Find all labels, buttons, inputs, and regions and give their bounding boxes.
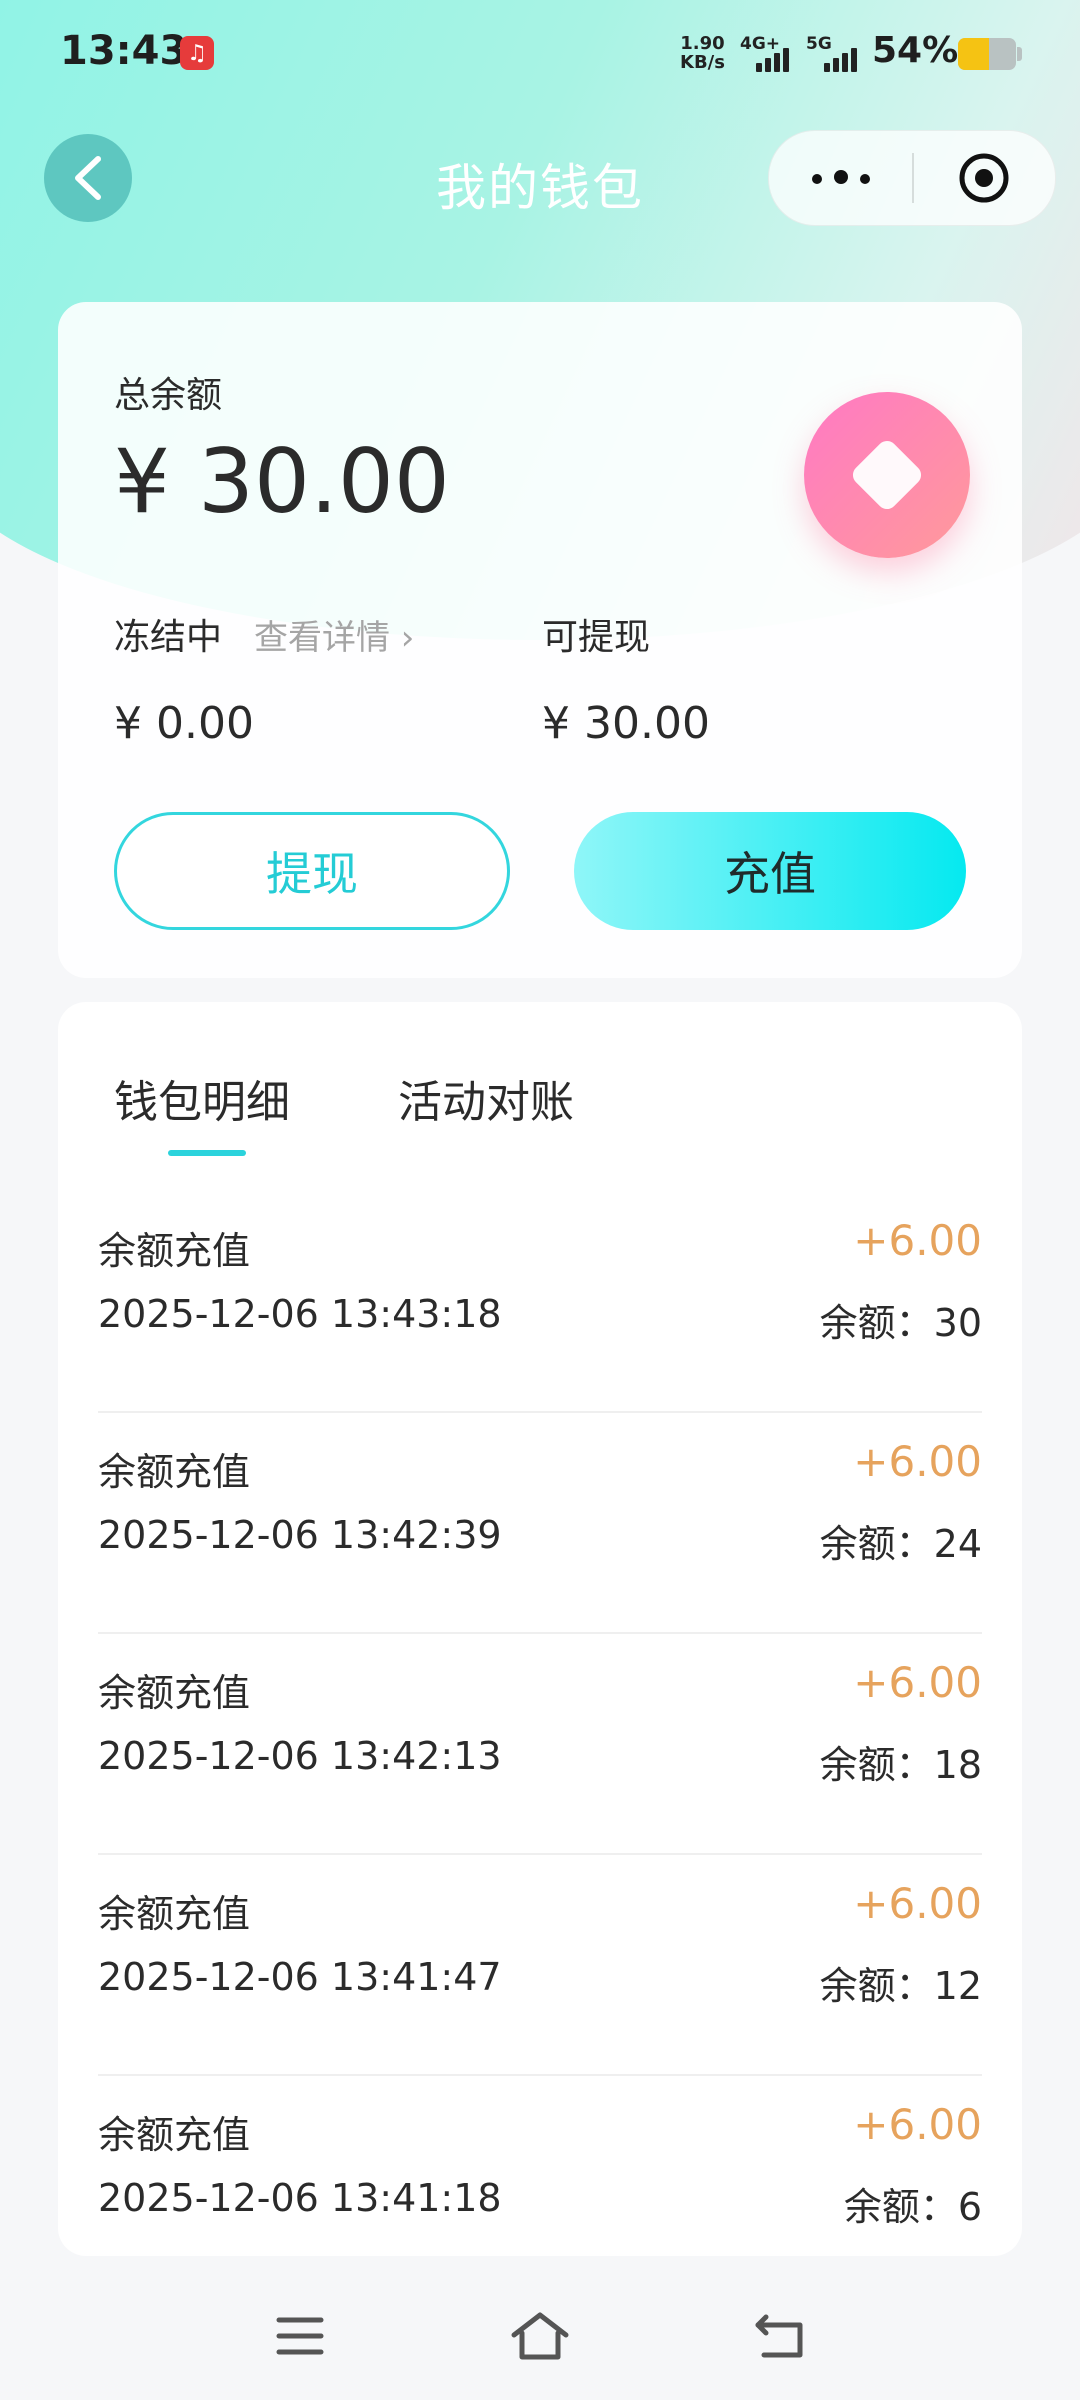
system-navigation-bar (0, 2276, 1080, 2400)
record-amount: +6.00 (853, 2100, 982, 2149)
list-item[interactable]: 余额充值 2025-12-06 13:41:18 +6.00 余额：6 (98, 2076, 982, 2295)
record-title: 余额充值 (98, 1450, 251, 1494)
record-amount: +6.00 (853, 1216, 982, 1265)
mini-program-capsule (768, 130, 1056, 226)
recharge-button[interactable]: 充值 (574, 812, 966, 930)
withdrawable-label: 可提现 (542, 617, 651, 658)
record-title: 余额充值 (98, 1892, 251, 1936)
network-speed-value: 1.90 (680, 33, 725, 54)
record-title: 余额充值 (98, 1229, 251, 1273)
music-app-icon: ♫ (180, 36, 214, 70)
list-item[interactable]: 余额充值 2025-12-06 13:42:13 +6.00 余额：18 (98, 1634, 982, 1855)
record-time: 2025-12-06 13:41:18 (98, 2176, 502, 2220)
menu-icon (276, 2317, 324, 2355)
network-speed-unit: KB/s (680, 52, 725, 73)
balance-card: 总余额 ¥ 30.00 冻结中 查看详情 › 可提现 ¥ 0.00 ¥ 30.0… (58, 302, 1022, 978)
status-time: 13:43 (60, 28, 188, 74)
status-bar: 13:43 ♫ 1.90 KB/s 4G+ 5G 54% (0, 0, 1080, 110)
signal-icon-1 (752, 44, 792, 72)
frozen-label: 冻结中 (114, 617, 223, 658)
record-time: 2025-12-06 13:41:47 (98, 1955, 502, 1999)
target-icon (959, 153, 1008, 203)
record-amount: +6.00 (853, 1658, 982, 1707)
list-item[interactable]: 余额充值 2025-12-06 13:42:39 +6.00 余额：24 (98, 1413, 982, 1634)
signal-icon-2 (820, 44, 860, 72)
withdraw-button[interactable]: 提现 (114, 812, 510, 930)
record-time: 2025-12-06 13:42:39 (98, 1513, 502, 1557)
battery-percent: 54% (872, 30, 959, 71)
back-arrow-icon (755, 2314, 803, 2358)
total-balance-label: 总余额 (114, 375, 223, 416)
record-balance: 余额：30 (819, 1301, 982, 1345)
tab-activity-reconciliation[interactable]: 活动对账 (398, 1066, 574, 1130)
battery-tip (1017, 47, 1022, 61)
total-balance-amount: ¥ 30.00 (114, 430, 450, 533)
record-time: 2025-12-06 13:43:18 (98, 1292, 502, 1336)
record-balance: 余额：6 (843, 2185, 982, 2229)
active-tab-indicator (168, 1150, 246, 1156)
record-balance: 余额：12 (819, 1964, 982, 2008)
diamond-badge (804, 392, 970, 558)
record-time: 2025-12-06 13:42:13 (98, 1734, 502, 1778)
battery-fill (958, 38, 990, 70)
frozen-details-link[interactable]: 查看详情 › (254, 610, 414, 659)
network-speed: 1.90 KB/s (680, 34, 725, 72)
record-title: 余额充值 (98, 1671, 251, 1715)
close-mini-program-button[interactable] (912, 131, 1055, 225)
records-card: 钱包明细 活动对账 余额充值 2025-12-06 13:43:18 +6.00… (58, 1002, 1022, 2256)
wallet-page: 13:43 ♫ 1.90 KB/s 4G+ 5G 54% 我的钱包 总余额 ¥ … (0, 0, 1080, 2400)
battery-icon (958, 38, 1016, 70)
list-item[interactable]: 余额充值 2025-12-06 13:41:47 +6.00 余额：12 (98, 1855, 982, 2076)
list-item[interactable]: 余额充值 2025-12-06 13:43:18 +6.00 余额：30 (98, 1192, 982, 1413)
home-button[interactable] (490, 2286, 590, 2386)
tab-wallet-details[interactable]: 钱包明细 (114, 1066, 290, 1130)
record-balance: 余额：24 (819, 1522, 982, 1566)
home-icon (511, 2312, 569, 2360)
record-amount: +6.00 (853, 1879, 982, 1928)
system-back-button[interactable] (730, 2286, 830, 2386)
more-button[interactable] (769, 131, 912, 225)
record-title: 余额充值 (98, 2113, 251, 2157)
record-balance: 余额：18 (819, 1743, 982, 1787)
withdrawable-amount: ¥ 30.00 (542, 698, 710, 749)
diamond-icon (848, 436, 926, 514)
menu-button[interactable] (250, 2286, 350, 2386)
frozen-amount: ¥ 0.00 (114, 698, 254, 749)
records-list: 余额充值 2025-12-06 13:43:18 +6.00 余额：30 余额充… (98, 1192, 982, 2295)
record-amount: +6.00 (853, 1437, 982, 1486)
more-dots-icon (806, 169, 876, 188)
